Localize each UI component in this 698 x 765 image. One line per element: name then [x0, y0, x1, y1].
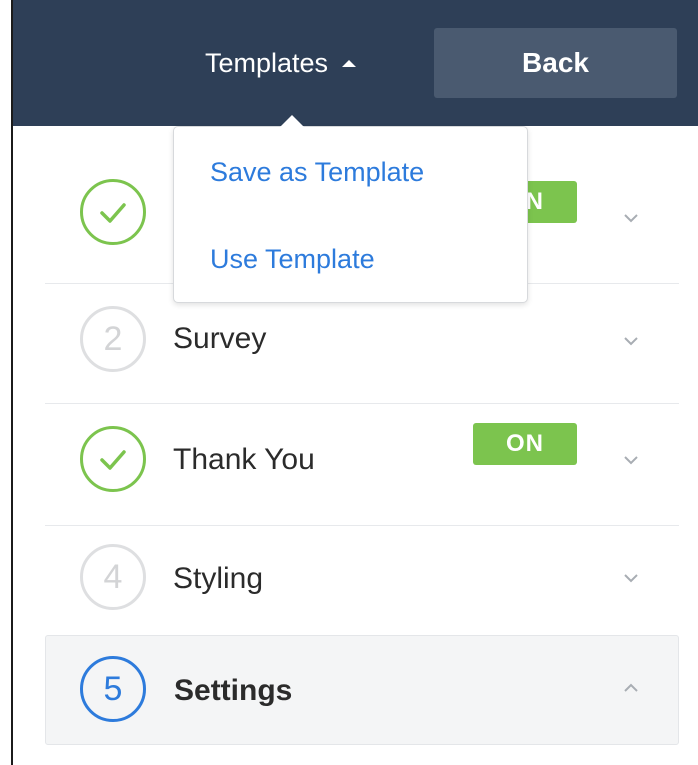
step-number-circle: 2 [80, 306, 146, 372]
templates-label: Templates [205, 47, 329, 78]
caret-up-icon [342, 59, 357, 67]
step-label: Settings [174, 674, 293, 707]
step-row-4[interactable]: 4 Styling [45, 526, 679, 634]
check-circle-icon [80, 179, 146, 245]
step-row-5[interactable]: 5 Settings [45, 635, 679, 745]
step-toggle-on[interactable]: ON [473, 423, 577, 465]
step-label: Survey [173, 322, 267, 355]
chevron-down-icon[interactable] [619, 329, 643, 353]
check-circle-icon [80, 426, 146, 492]
chevron-down-icon[interactable] [619, 448, 643, 472]
back-button[interactable]: Back [434, 28, 677, 98]
save-as-template-menu-item[interactable]: Save as Template [210, 157, 424, 188]
dropdown-pointer [280, 115, 304, 127]
step-number-circle: 5 [80, 656, 146, 722]
chevron-down-icon[interactable] [619, 206, 643, 230]
step-number-circle: 4 [80, 544, 146, 610]
templates-dropdown-menu: Save as Template Use Template [173, 126, 528, 303]
chevron-down-icon[interactable] [619, 566, 643, 590]
use-template-menu-item[interactable]: Use Template [210, 244, 375, 275]
step-label: Thank You [173, 443, 315, 476]
chevron-up-icon[interactable] [619, 676, 643, 700]
step-row-3[interactable]: Thank You ON [45, 404, 679, 526]
templates-dropdown-toggle[interactable]: Templates [205, 40, 357, 86]
back-button-label: Back [522, 47, 589, 78]
step-label: Styling [173, 562, 264, 595]
